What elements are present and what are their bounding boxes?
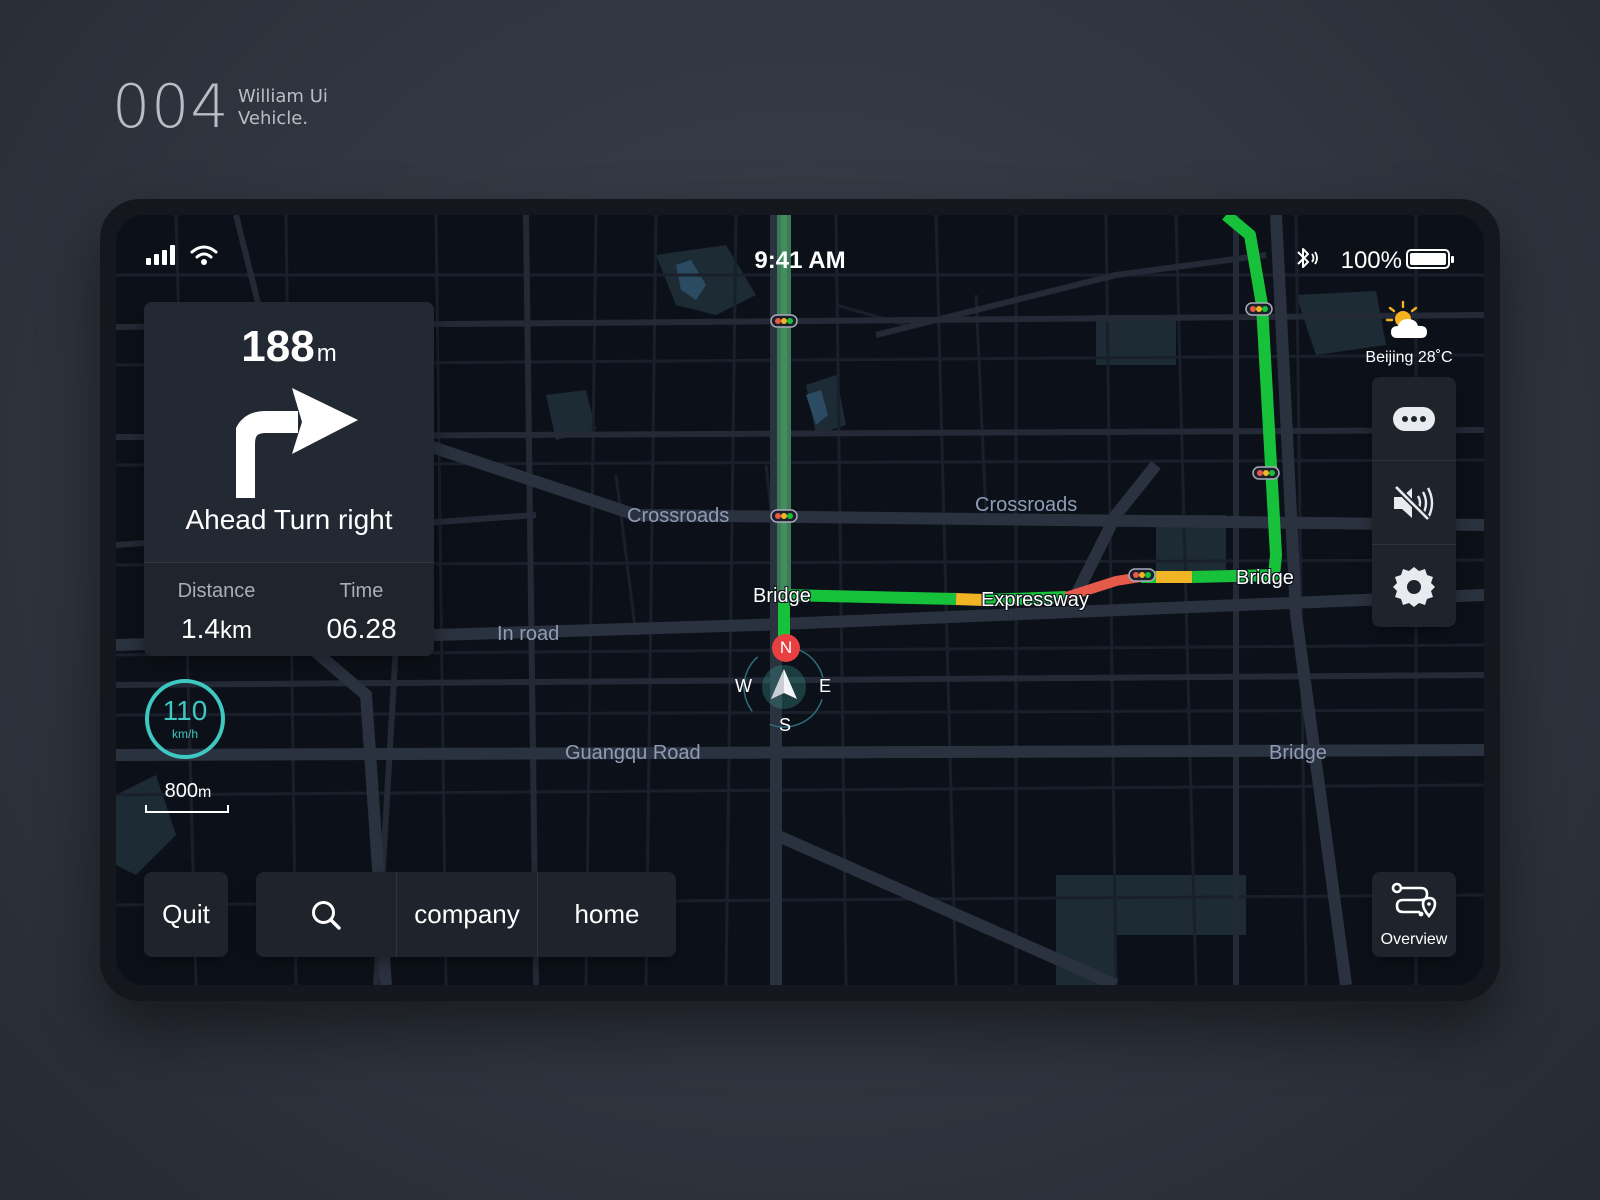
compass-north: N	[772, 634, 800, 662]
speed-indicator: 110 km/h	[145, 679, 225, 759]
compass-south: S	[779, 715, 792, 735]
traffic-light-icon	[770, 314, 798, 328]
design-caption-line-2: Vehicle.	[238, 108, 309, 129]
turn-right-arrow-icon	[236, 388, 358, 498]
battery-icon	[1406, 249, 1454, 269]
trip-distance-value-row: 1.4km	[144, 613, 289, 645]
map-scale-unit: m	[198, 784, 212, 801]
navigation-screen: Crossroads Crossroads In road Guangqu Ro…	[116, 215, 1484, 985]
mute-icon	[1393, 484, 1434, 521]
speed-unit: km/h	[171, 727, 198, 741]
route-label-expressway: Expressway	[981, 589, 1089, 611]
turn-guidance-card: 188m Ahead Turn right Distance 1.4km Tim…	[144, 302, 434, 656]
route-overview-icon	[1391, 882, 1437, 918]
trip-time-label: Time	[339, 580, 384, 602]
quit-navigation-button[interactable]: Quit	[144, 872, 228, 957]
route-label-bridge: Bridge	[1236, 567, 1294, 589]
status-time: 9:41 AM	[754, 247, 846, 274]
speed-value: 110	[162, 695, 208, 726]
more-icon	[1393, 406, 1435, 431]
next-turn-distance: 188m	[144, 322, 434, 372]
card-divider	[144, 562, 434, 563]
mute-button[interactable]	[1372, 461, 1456, 544]
trip-distance-unit: km	[219, 617, 252, 644]
map-label-in-road: In road	[497, 623, 560, 645]
weather-widget[interactable]: Beijing 28˚C	[1354, 300, 1464, 367]
route-segment-slow-1	[955, 593, 985, 606]
battery-level	[1410, 253, 1446, 265]
next-turn-distance-value: 188	[241, 322, 315, 371]
battery-percentage: 100%	[1340, 247, 1402, 274]
design-caption: William Ui Vehicle.	[238, 86, 328, 130]
trip-time: Time 06.28	[289, 580, 434, 645]
overview-label: Overview	[1380, 931, 1448, 948]
compass-west: W	[735, 676, 752, 696]
next-turn-distance-unit: m	[316, 340, 337, 367]
traffic-light-icon	[1128, 568, 1156, 582]
car-display-frame: Crossroads Crossroads In road Guangqu Ro…	[100, 199, 1500, 1001]
map-scale-bar	[145, 805, 229, 813]
design-number: 004	[112, 72, 230, 142]
settings-button[interactable]	[1372, 545, 1456, 628]
compass-east: E	[819, 676, 832, 696]
destination-shortcuts: company home	[256, 872, 676, 957]
settings-icon	[1393, 566, 1435, 607]
trip-time-value: 06.28	[326, 613, 397, 644]
bluetooth-icon	[1297, 248, 1318, 268]
map-label-guangqu-road: Guangqu Road	[565, 742, 701, 764]
map-scale-label: 800m	[145, 780, 231, 803]
shortcut-home-button[interactable]: home	[538, 872, 676, 957]
route-overview-button[interactable]: Overview	[1372, 872, 1456, 957]
weather-label: Beijing 28˚C	[1365, 349, 1453, 366]
traffic-light-icon	[1245, 302, 1273, 316]
trip-distance: Distance 1.4km	[144, 580, 289, 645]
trip-distance-value: 1.4	[181, 613, 220, 644]
map-controls-panel	[1372, 377, 1456, 627]
traffic-light-icon	[770, 509, 798, 523]
route-label-bridge: Bridge	[753, 585, 811, 607]
design-caption-line-1: William Ui	[238, 86, 328, 107]
traffic-light-icon	[1252, 466, 1280, 480]
search-icon	[312, 900, 341, 930]
shortcut-company-button[interactable]: company	[397, 872, 537, 957]
partly-cloudy-icon	[1385, 300, 1427, 338]
turn-instruction: Ahead Turn right	[185, 504, 393, 535]
map-label-crossroads: Crossroads	[627, 505, 730, 527]
status-bar: 9:41 AM 100%	[116, 231, 1484, 274]
more-button[interactable]	[1372, 377, 1456, 460]
trip-distance-label: Distance	[177, 580, 256, 602]
map-label-crossroads: Crossroads	[975, 494, 1078, 516]
map-scale-value: 800	[164, 780, 199, 802]
trip-summary: Distance 1.4km Time 06.28	[144, 562, 434, 656]
search-button[interactable]	[256, 872, 396, 957]
map-label-bridge: Bridge	[1269, 742, 1327, 764]
